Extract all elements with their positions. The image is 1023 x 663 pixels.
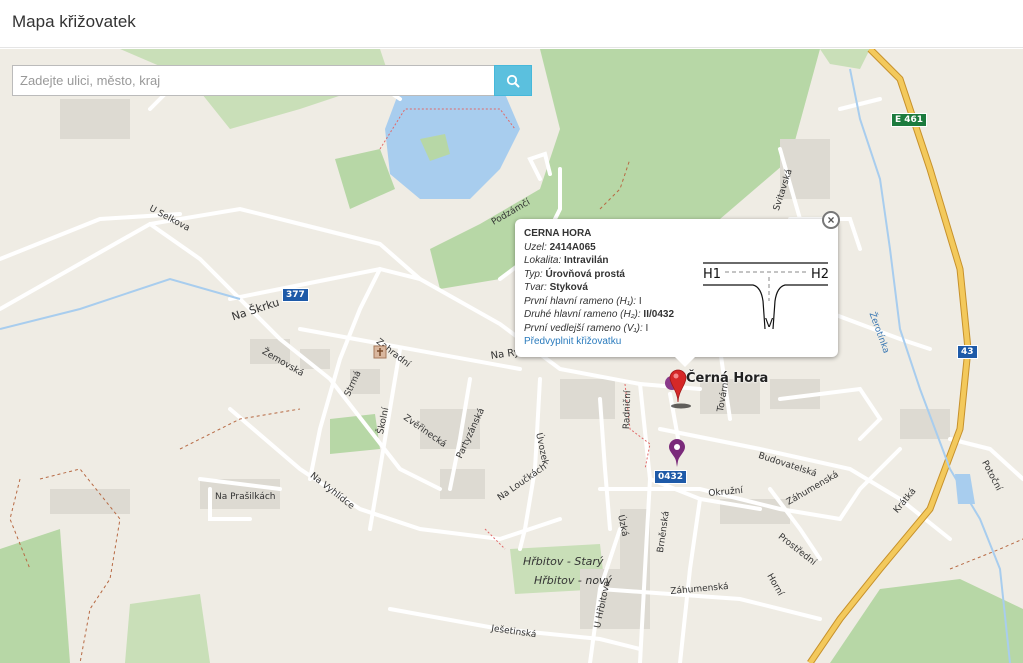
info-row: Uzel: 2414A065 xyxy=(524,241,596,253)
street-label: Na Prašilkách xyxy=(215,492,276,502)
diagram-h2-label: H2 xyxy=(811,267,829,282)
prefill-junction-link[interactable]: Předvyplnit křižovatku xyxy=(524,336,621,347)
map-canvas[interactable]: 377 43 E 461 0432 U Selkova Na Škrku Žem… xyxy=(0,49,1023,663)
church-icon xyxy=(373,345,387,359)
search-icon xyxy=(506,74,520,87)
app-header: Mapa křižovatek xyxy=(0,0,1023,48)
info-row: Lokalita: Intravilán xyxy=(524,255,609,266)
info-row: Druhé hlavní rameno (H₂): II/0432 xyxy=(524,309,675,320)
info-row: První vedlejší rameno (V₁): I xyxy=(524,322,649,334)
road-shield-43: 43 xyxy=(957,345,978,359)
info-row: Typ: Úrovňová prostá xyxy=(524,268,625,280)
page-title: Mapa křižovatek xyxy=(12,12,136,31)
junction-info-popup: × CERNA HORA Uzel: 2414A065 Lokalita: In… xyxy=(515,211,840,367)
close-icon[interactable]: × xyxy=(822,211,840,229)
info-row: První hlavní rameno (H₁): I xyxy=(524,295,642,307)
cemetery-label: Hřbitov - Starý xyxy=(523,555,604,568)
search-input[interactable] xyxy=(12,65,494,96)
place-label: Černá Hora xyxy=(686,371,769,386)
junction-marker-icon[interactable] xyxy=(667,438,687,468)
junction-marker-icon[interactable] xyxy=(663,369,697,409)
euro-shield-e461: E 461 xyxy=(891,113,928,127)
junction-diagram: H1 H2 V xyxy=(703,262,829,330)
junction-info: CERNA HORA Uzel: 2414A065 Lokalita: Intr… xyxy=(524,227,674,349)
street-label: Radniční xyxy=(622,390,634,430)
search-button[interactable] xyxy=(494,65,532,96)
search-bar xyxy=(12,65,532,96)
junction-title: CERNA HORA xyxy=(524,228,592,239)
diagram-h1-label: H1 xyxy=(703,267,721,282)
diagram-v-label: V xyxy=(765,316,774,330)
info-row: Tvar: Styková xyxy=(524,282,588,293)
road-shield-377: 377 xyxy=(282,288,309,302)
junction-shield-0432: 0432 xyxy=(654,470,688,484)
cemetery-label: Hřbitov - nový xyxy=(534,574,613,587)
